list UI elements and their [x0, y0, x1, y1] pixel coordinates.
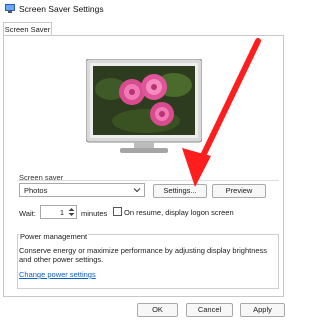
wait-value: 1 [59, 208, 64, 217]
power-management-title: Power management [19, 232, 89, 241]
spin-buttons[interactable] [67, 206, 76, 218]
power-management-description: Conserve energy or maximize performance … [19, 246, 268, 264]
spin-down-icon[interactable] [68, 213, 75, 216]
minutes-label: minutes [81, 209, 108, 218]
screen-saver-select[interactable]: Photos [19, 183, 145, 197]
title-bar: Screen Saver Settings [0, 0, 293, 19]
resume-logon-label[interactable]: On resume, display logon screen [124, 208, 234, 217]
settings-button[interactable]: Settings... [153, 184, 207, 198]
cancel-button[interactable]: Cancel [186, 303, 233, 317]
change-power-settings-link[interactable]: Change power settings [19, 270, 96, 279]
app-icon [5, 4, 15, 13]
chevron-down-icon [133, 188, 141, 193]
tab-screen-saver[interactable]: Screen Saver [3, 22, 52, 36]
group-divider [17, 180, 279, 181]
wait-label: Wait: [19, 209, 36, 218]
wait-minutes-stepper[interactable]: 1 [40, 205, 77, 219]
window-title: Screen Saver Settings [19, 4, 104, 14]
screen-saver-selected: Photos [24, 186, 48, 195]
monitor-preview [86, 59, 202, 153]
preview-button[interactable]: Preview [212, 184, 266, 198]
resume-logon-checkbox[interactable] [113, 207, 122, 216]
ok-button[interactable]: OK [137, 303, 178, 317]
spin-up-icon[interactable] [68, 208, 75, 211]
apply-button[interactable]: Apply [240, 303, 285, 317]
